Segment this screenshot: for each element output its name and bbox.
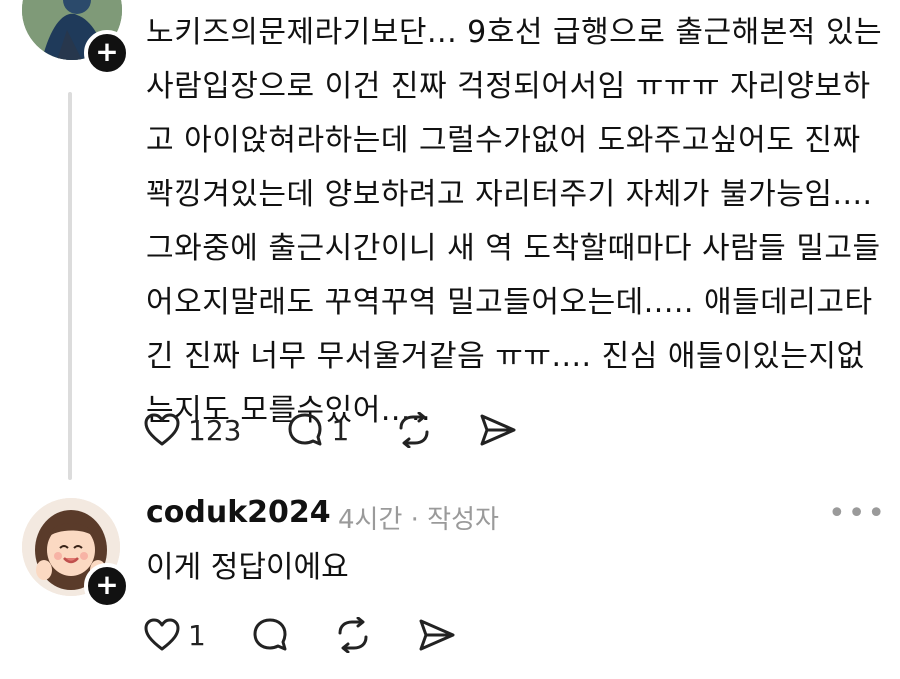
reply-action-bar: 1 xyxy=(144,615,502,655)
follow-plus-icon[interactable]: + xyxy=(84,30,130,76)
repost-icon xyxy=(338,617,368,653)
comment-bubble-icon xyxy=(253,618,287,651)
send-icon xyxy=(419,619,455,651)
reply-meta: 4시간 · 작성자 xyxy=(338,505,499,535)
reply-button[interactable]: 1 xyxy=(287,412,349,448)
like-button[interactable]: 123 xyxy=(144,413,241,447)
comment-bubble-icon xyxy=(288,413,322,446)
share-button[interactable] xyxy=(418,618,456,652)
reply-count: 1 xyxy=(331,413,350,447)
reply-body-text: 이게 정답이에요 xyxy=(146,550,349,585)
heart-icon xyxy=(144,618,180,651)
send-icon xyxy=(480,414,516,446)
like-count: 123 xyxy=(188,413,242,447)
like-count: 1 xyxy=(188,618,206,652)
reply-button[interactable] xyxy=(252,617,288,653)
post-action-bar: 123 1 xyxy=(144,410,563,450)
repost-button[interactable] xyxy=(334,617,372,653)
heart-icon xyxy=(144,413,180,446)
follow-plus-icon[interactable]: + xyxy=(84,563,130,609)
post-body-text: 노키즈의문제라기보단... 9호선 급행으로 출근해본적 있는 사람입장으로 이… xyxy=(146,15,883,428)
more-options-icon[interactable]: ••• xyxy=(828,496,887,531)
share-button[interactable] xyxy=(479,413,517,447)
thread-line xyxy=(68,92,72,480)
repost-button[interactable] xyxy=(395,412,433,448)
like-button[interactable]: 1 xyxy=(144,618,206,652)
reply-username[interactable]: coduk2024 xyxy=(146,495,331,530)
repost-icon xyxy=(399,412,429,448)
